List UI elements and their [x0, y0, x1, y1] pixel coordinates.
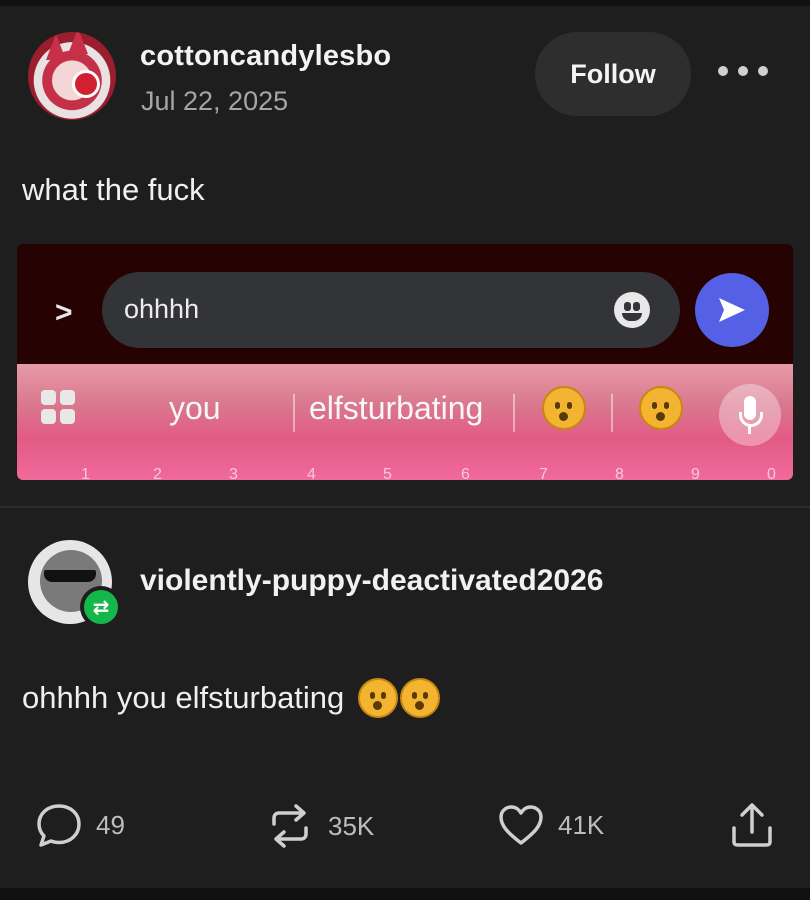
number-key: 4 — [307, 466, 316, 480]
worried-face-emoji — [358, 678, 399, 718]
post-date[interactable]: Jul 22, 2025 — [141, 86, 288, 117]
number-key: 5 — [383, 466, 392, 480]
number-key: 2 — [153, 466, 162, 480]
number-key: 0 — [767, 466, 776, 480]
reblog-separator — [0, 506, 810, 508]
embedded-screenshot[interactable]: > ohhhh you elfsturbating 1 2 3 4 5 6 7 … — [17, 244, 793, 480]
message-input: ohhhh — [102, 272, 680, 348]
reblog-text: ohhhh you elfsturbating — [22, 680, 345, 715]
comment-icon — [37, 804, 81, 847]
reblog-count: 35K — [328, 810, 375, 841]
reblog-badge: ⇄ — [80, 586, 122, 628]
suggestion-divider — [513, 394, 515, 432]
suggestion-word: you — [169, 390, 221, 426]
bottom-border — [0, 888, 810, 900]
like-button[interactable]: 41K — [496, 800, 604, 850]
suggestion-divider — [611, 394, 613, 432]
comment-button[interactable]: 49 — [34, 800, 125, 850]
avatar-eye — [72, 70, 100, 98]
message-input-text: ohhhh — [124, 294, 200, 324]
reblog-text-row: ohhhh you elfsturbating — [22, 678, 441, 718]
astonished-face-emoji — [400, 678, 441, 718]
share-button[interactable] — [728, 800, 776, 850]
astonished-face-emoji — [639, 386, 683, 430]
reblog-button[interactable]: 35K — [264, 800, 374, 852]
post-actions: 49 35K 41K — [0, 790, 810, 860]
sunglasses-icon — [44, 570, 96, 582]
suggestion-word: elfsturbating — [309, 390, 484, 426]
author-avatar[interactable] — [28, 32, 116, 120]
emoji-icon — [614, 292, 650, 328]
share-icon — [732, 803, 772, 847]
number-key: 9 — [691, 466, 700, 480]
number-row: 1 2 3 4 5 6 7 8 9 0 — [17, 466, 793, 480]
number-key: 7 — [539, 466, 548, 480]
number-key: 1 — [81, 466, 90, 480]
reblogger-username[interactable]: violently-puppy-deactivated2026 — [140, 564, 603, 598]
number-key: 6 — [461, 466, 470, 480]
post-text: what the fuck — [22, 172, 205, 207]
avatar-hair-spike — [46, 34, 66, 60]
suggestion-bar: you elfsturbating — [17, 370, 793, 446]
message-bar: > ohhhh — [17, 244, 793, 364]
apps-grid-icon — [41, 390, 77, 426]
avatar-hair-spike — [68, 32, 88, 54]
reblog-badge-icon: ⇄ — [84, 590, 118, 624]
suggestion-divider — [293, 394, 295, 432]
reblog-icon — [272, 804, 308, 848]
number-key: 3 — [229, 466, 238, 480]
number-key: 8 — [615, 466, 624, 480]
send-icon — [695, 273, 769, 347]
heart-icon — [499, 805, 543, 845]
follow-button[interactable]: Follow — [535, 32, 691, 116]
keyboard: you elfsturbating 1 2 3 4 5 6 7 8 9 0 — [17, 364, 793, 480]
worried-face-emoji — [542, 386, 586, 430]
chevron-right-icon: > — [55, 296, 73, 329]
like-count: 41K — [558, 809, 605, 840]
author-username[interactable]: cottoncandylesbo — [140, 40, 391, 73]
microphone-icon — [719, 384, 781, 446]
comment-count: 49 — [96, 809, 125, 840]
more-options-icon[interactable] — [718, 56, 768, 86]
